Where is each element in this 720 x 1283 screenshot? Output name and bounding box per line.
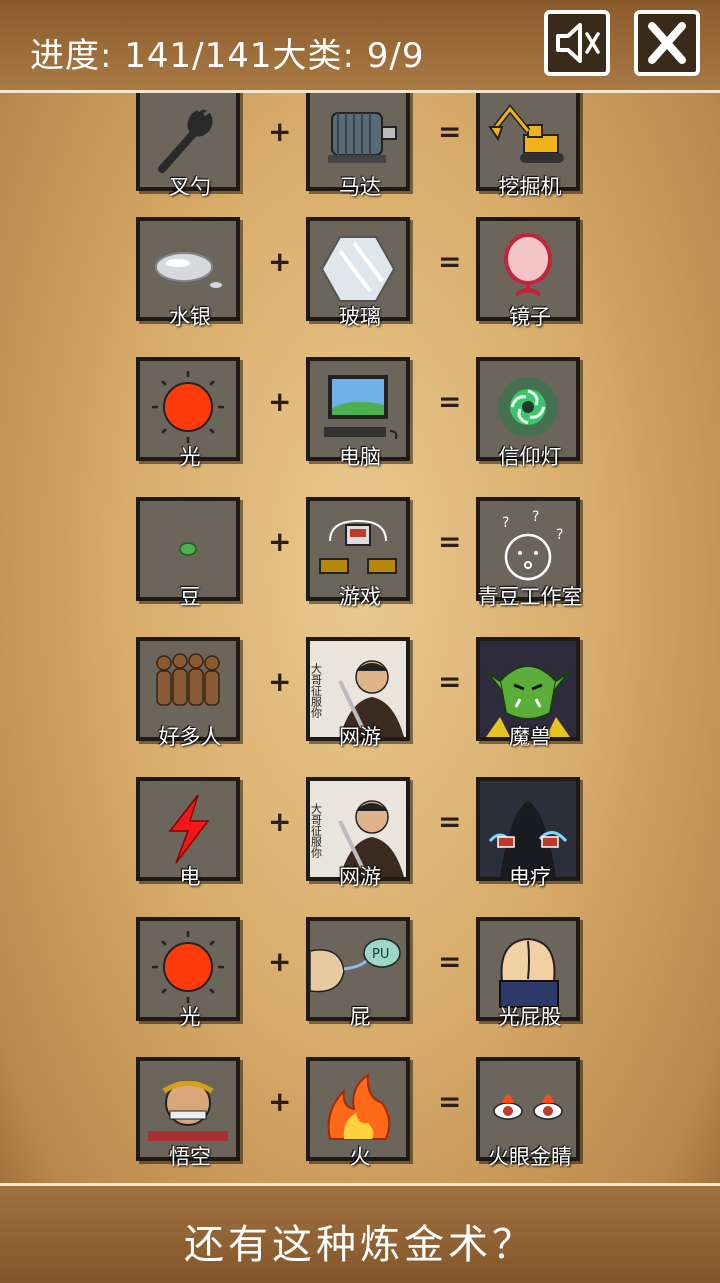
ingredient-b-label: 电脑: [339, 445, 381, 469]
equals-sign: =: [438, 1085, 462, 1118]
result-label: 青豆工作室: [477, 585, 583, 609]
ingredient-a-label: 悟空: [169, 1145, 211, 1169]
recipe-row: 悟空 + 火 = 火眼金睛: [0, 1057, 720, 1183]
close-button[interactable]: [634, 10, 700, 76]
ingredient-b-label: 游戏: [339, 585, 381, 609]
result-label: 魔兽: [509, 725, 551, 749]
equals-sign: =: [438, 245, 462, 278]
plus-sign: +: [268, 805, 292, 838]
fart-text: PU: [372, 947, 389, 962]
ingredient-a-label: 豆: [179, 585, 201, 609]
plus-sign: +: [268, 245, 292, 278]
svg-text:?: ?: [502, 515, 509, 531]
result-label: 镜子: [509, 305, 551, 329]
recipe-row: 豆 + 游戏 = ? ? ? 青豆工作室: [0, 497, 720, 637]
ingredient-b-label: 玻璃: [339, 305, 381, 329]
online-game-caption: 大哥征服你: [310, 662, 323, 718]
ingredient-a-label: 电: [179, 865, 201, 889]
ingredient-b-label: 火: [349, 1145, 371, 1169]
speaker-muted-icon: [556, 23, 600, 63]
recipe-row: 叉勺 + 马达 = 挖掘机: [0, 93, 720, 227]
equals-sign: =: [438, 385, 462, 418]
result-label: 信仰灯: [498, 445, 562, 469]
top-bar: 进度: 141/141大类: 9/9: [0, 0, 720, 93]
bottom-bar: 还有这种炼金术？: [0, 1183, 720, 1283]
online-game-caption: 大哥征服你: [310, 802, 323, 858]
equals-sign: =: [438, 525, 462, 558]
progress-text: 进度: 141/141大类: 9/9: [30, 36, 425, 76]
svg-text:?: ?: [556, 527, 563, 543]
plus-sign: +: [268, 525, 292, 558]
equals-sign: =: [438, 805, 462, 838]
ingredient-a-label: 光: [179, 445, 201, 469]
result-label: 火眼金睛: [488, 1145, 572, 1169]
ingredient-a-label: 叉勺: [169, 175, 211, 199]
plus-sign: +: [268, 945, 292, 978]
ingredient-b-label: 马达: [339, 175, 381, 199]
ingredient-a-label: 光: [179, 1005, 201, 1029]
ingredient-b-label: 屁: [349, 1005, 371, 1029]
result-label: 电疗: [509, 865, 551, 889]
equals-sign: =: [438, 665, 462, 698]
recipe-list[interactable]: 叉勺 + 马达 = 挖掘机 水银 + 玻璃 = 镜子 光 + 电脑 = 信仰灯 …: [0, 93, 720, 1183]
close-icon: [648, 22, 686, 64]
ingredient-b-label: 网游: [339, 725, 381, 749]
result-label: 光屁股: [498, 1005, 562, 1029]
recipe-row: 好多人 + 大哥征服你 网游 = 魔兽: [0, 637, 720, 777]
ingredient-b-label: 网游: [339, 865, 381, 889]
plus-sign: +: [268, 665, 292, 698]
ingredient-a-label: 水银: [169, 305, 211, 329]
result-label: 挖掘机: [498, 175, 562, 199]
plus-sign: +: [268, 385, 292, 418]
ingredient-a-label: 好多人: [158, 725, 222, 749]
recipe-row: 水银 + 玻璃 = 镜子: [0, 217, 720, 357]
recipe-row: 电 + 大哥征服你 网游 = 电疗: [0, 777, 720, 917]
plus-sign: +: [268, 1085, 292, 1118]
equals-sign: =: [438, 115, 462, 148]
recipe-row: 光 + PU 屁 = 光屁股: [0, 917, 720, 1057]
footer-text: 还有这种炼金术？: [184, 1222, 536, 1268]
plus-sign: +: [268, 115, 292, 148]
sound-toggle-button[interactable]: [544, 10, 610, 76]
svg-text:?: ?: [532, 509, 539, 525]
recipe-row: 光 + 电脑 = 信仰灯: [0, 357, 720, 497]
equals-sign: =: [438, 945, 462, 978]
